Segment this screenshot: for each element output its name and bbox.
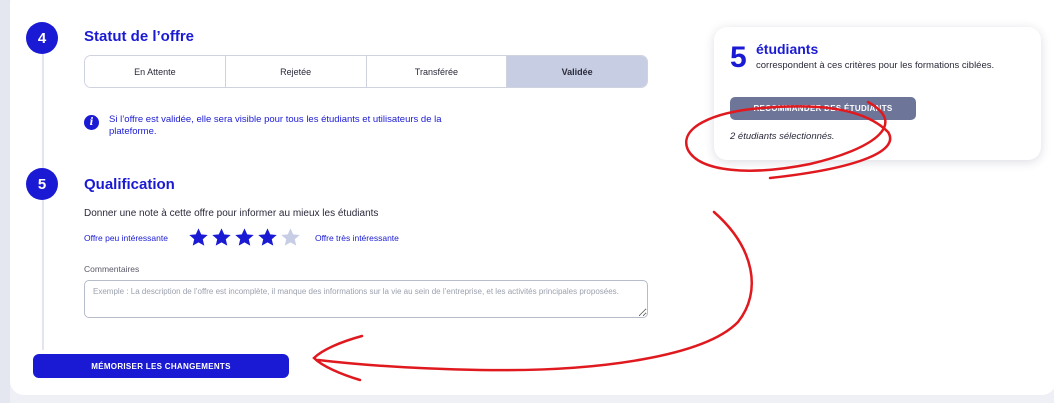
students-subtitle: correspondent à ces critères pour les fo… (756, 60, 995, 71)
star-icon[interactable] (280, 227, 301, 248)
info-icon: i (84, 115, 99, 130)
status-option-transferee[interactable]: Transférée (366, 56, 508, 87)
star-icon[interactable] (234, 227, 255, 248)
info-text: Si l’offre est validée, elle sera visibl… (109, 114, 442, 137)
rating-row: Offre peu intéressante Offre très intére… (84, 227, 399, 248)
status-option-validee[interactable]: Validée (507, 56, 647, 87)
save-changes-button[interactable]: MÉMORISER LES CHANGEMENTS (33, 354, 289, 378)
timeline-line (42, 50, 44, 350)
rating-max-label: Offre très intéressante (314, 232, 399, 243)
status-segmented-control: En Attente Rejetée Transférée Validée (84, 55, 648, 88)
status-option-en-attente[interactable]: En Attente (85, 56, 226, 87)
status-option-rejetee[interactable]: Rejetée (225, 56, 367, 87)
star-icon[interactable] (188, 227, 209, 248)
students-card: 5 étudiants correspondent à ces critères… (714, 27, 1041, 160)
section-title-qualification: Qualification (84, 176, 175, 193)
step-number-4: 4 (26, 22, 58, 54)
rating-min-label: Offre peu intéressante (84, 232, 168, 243)
comment-textarea[interactable] (84, 280, 648, 318)
left-edge (0, 0, 10, 403)
star-icon[interactable] (211, 227, 232, 248)
info-message: i Si l’offre est validée, elle sera visi… (84, 114, 469, 138)
section-title-statut: Statut de l’offre (84, 28, 195, 45)
star-icon[interactable] (257, 227, 278, 248)
step-number-5: 5 (26, 168, 58, 200)
recommend-students-button[interactable]: RECOMMANDER DES ÉTUDIANTS (730, 97, 916, 120)
selected-students-text: 2 étudiants sélectionnés. (730, 131, 835, 142)
comment-label: Commentaires (84, 264, 140, 274)
students-title: étudiants (756, 41, 819, 57)
student-count: 5 (730, 41, 747, 74)
star-rating (188, 227, 301, 248)
rating-prompt: Donner une note à cette offre pour infor… (84, 208, 379, 219)
